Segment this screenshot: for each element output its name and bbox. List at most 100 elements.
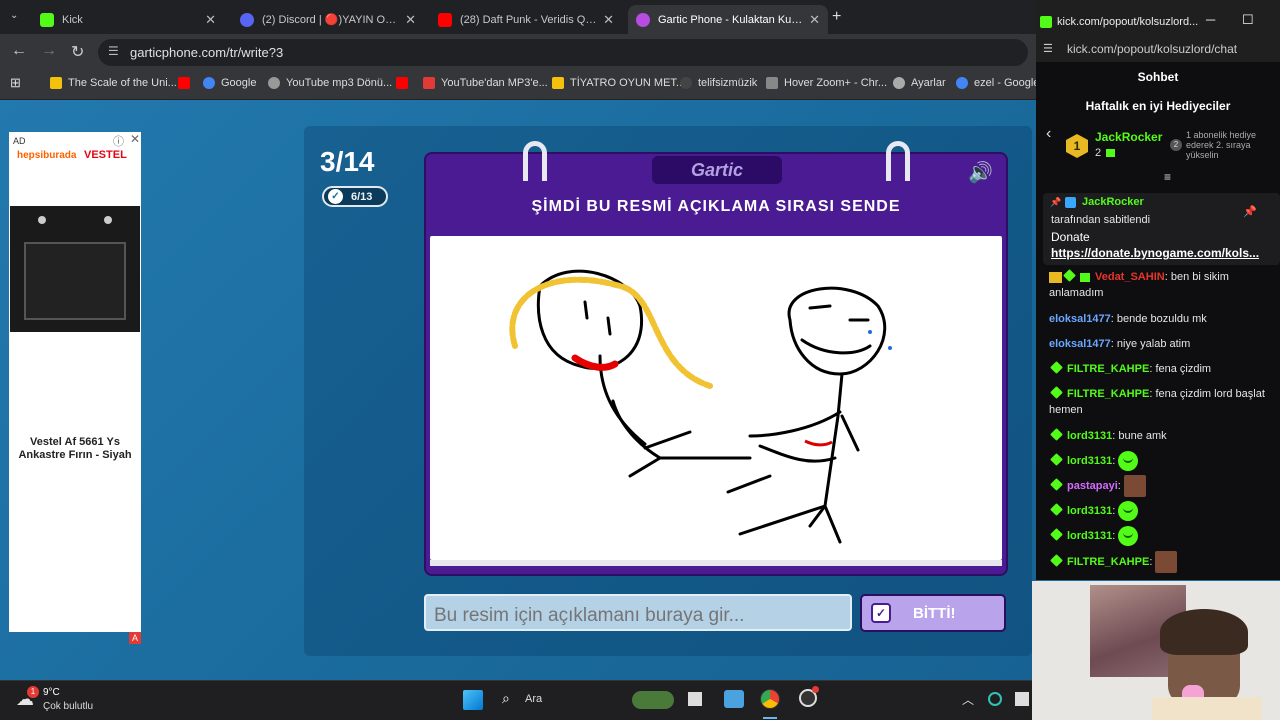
widget-icon[interactable] xyxy=(632,691,674,709)
search-label[interactable]: Ara xyxy=(525,693,542,705)
chat-username[interactable]: FILTRE_KAHPE xyxy=(1067,556,1149,568)
check-icon: ✓ xyxy=(871,603,891,623)
chat-username[interactable]: lord3131 xyxy=(1067,505,1112,517)
close-tab-icon[interactable]: ✕ xyxy=(603,12,614,28)
pinned-by: tarafından sabitlendi xyxy=(1051,214,1151,226)
ad-close-icon[interactable]: ✕ xyxy=(130,132,140,146)
blue-dot xyxy=(888,346,892,350)
bookmark-item[interactable]: The Scale of the Uni... xyxy=(50,77,177,89)
top-gifter-name[interactable]: JackRocker xyxy=(1095,130,1162,144)
settings-app-icon[interactable] xyxy=(724,690,744,708)
bookmark-item[interactable] xyxy=(396,77,414,89)
chat-message: FILTRE_KAHPE: fena çizdim xyxy=(1049,361,1274,377)
description-input[interactable] xyxy=(424,594,852,631)
prompt-text: ŞİMDİ BU RESMİ AÇIKLAMA SIRASI SENDE xyxy=(531,198,901,215)
reload-icon[interactable]: ↻ xyxy=(71,42,84,62)
new-tab-button[interactable]: + xyxy=(832,8,841,26)
tab-discord[interactable]: (2) Discord | 🔴)YAYIN OD... ✕ xyxy=(232,5,424,34)
youtube-favicon xyxy=(438,12,452,27)
bookmark-item[interactable] xyxy=(178,77,196,89)
badge-icon xyxy=(1050,428,1063,441)
bookmark-item[interactable]: telifsizmüzik xyxy=(680,77,757,89)
bookmark-label: YouTube mp3 Dönü... xyxy=(286,77,393,89)
chat-username[interactable]: lord3131 xyxy=(1067,530,1112,542)
site-info-icon[interactable]: ☰ xyxy=(1043,42,1053,55)
apps-icon[interactable]: ⊞ xyxy=(10,75,21,91)
advertisement[interactable]: AD ⓘ ✕ hepsiburada VESTEL Vestel Af 5661… xyxy=(9,132,141,644)
chat-username[interactable]: FILTRE_KAHPE xyxy=(1067,363,1149,375)
red-mark xyxy=(804,439,833,447)
photo-emote-icon xyxy=(1123,475,1146,497)
minimize-icon[interactable]: ─ xyxy=(1206,12,1215,27)
pinned-link[interactable]: https://donate.bynogame.com/kols... xyxy=(1051,246,1259,260)
unpin-icon[interactable]: 📌 xyxy=(1243,205,1257,218)
expand-icon[interactable]: ≡ xyxy=(1164,170,1171,184)
gifters-title: Haftalık en iyi Hediyeciler xyxy=(1085,99,1231,113)
chrome-icon[interactable] xyxy=(760,689,780,709)
bookmark-label: ezel - Google xyxy=(974,77,1040,89)
bookmark-label: Ayarlar xyxy=(911,77,946,89)
tab-search-icon[interactable]: ⌄ xyxy=(10,10,18,21)
bookmark-label: Google xyxy=(221,77,257,89)
site-info-icon[interactable]: ☰ xyxy=(108,44,119,58)
forward-icon[interactable]: → xyxy=(41,42,57,60)
tab-youtube[interactable]: (28) Daft Punk - Veridis Quo (M... ✕ xyxy=(430,5,622,34)
tray-chevron-icon[interactable]: ︿ xyxy=(962,691,974,708)
windows-start-icon[interactable] xyxy=(463,690,483,710)
kick-address-bar[interactable]: ☰ kick.com/popout/kolsuzlord/chat xyxy=(1036,40,1280,62)
maximize-icon[interactable]: ☐ xyxy=(1242,12,1254,28)
chat-username[interactable]: eloksal1477 xyxy=(1049,313,1111,325)
chat-username[interactable]: lord3131 xyxy=(1067,430,1112,442)
streamer-hair xyxy=(1160,609,1248,655)
chat-message: FILTRE_KAHPE: fena çizdim lord başlat he… xyxy=(1049,386,1265,416)
close-tab-icon[interactable]: ✕ xyxy=(205,12,216,28)
right-figure-arm xyxy=(840,414,860,452)
binder-ring-left xyxy=(523,141,547,181)
right-figure-mouth xyxy=(800,338,872,355)
right-figure-arm xyxy=(748,410,842,438)
right-figure-leg xyxy=(823,504,842,544)
bookmark-item[interactable]: TİYATRO OYUN MET... xyxy=(552,77,685,89)
done-label: BİTTİ! xyxy=(913,604,956,622)
ad-info-icon[interactable]: ⓘ xyxy=(113,133,124,149)
chat-text: bende bozuldu mk xyxy=(1116,313,1207,325)
bookmark-icon xyxy=(50,77,62,89)
tab-kick[interactable]: Kick ✕ xyxy=(32,5,224,34)
chat-username[interactable]: lord3131 xyxy=(1067,455,1112,467)
file-explorer-icon[interactable] xyxy=(688,692,702,706)
weather-temp: 9°C xyxy=(43,687,60,698)
blue-dot xyxy=(868,330,872,334)
discord-favicon xyxy=(240,12,254,27)
close-tab-icon[interactable]: ✕ xyxy=(809,12,820,28)
gartic-logo: Gartic xyxy=(652,156,782,184)
right-figure-arm xyxy=(726,474,772,494)
chat-username[interactable]: eloksal1477 xyxy=(1049,338,1111,350)
adchoices-icon[interactable]: A xyxy=(129,632,141,644)
next-rank-badge: 2 xyxy=(1170,139,1182,151)
bookmark-label: YouTube'dan MP3'e... xyxy=(441,77,548,89)
bookmark-item[interactable]: Ayarlar xyxy=(893,77,946,89)
ad-product-text: Vestel Af 5661 Ys Ankastre Fırın - Siyah xyxy=(18,436,132,461)
crown-icon xyxy=(1049,271,1062,283)
tray-app-icon[interactable] xyxy=(988,692,1002,706)
chevron-left-icon[interactable]: ‹ xyxy=(1046,125,1051,143)
address-bar[interactable]: ☰ garticphone.com/tr/write?3 xyxy=(98,39,1028,66)
chat-username[interactable]: pastapayi xyxy=(1067,480,1118,492)
search-icon[interactable]: ⌕ xyxy=(502,690,510,707)
back-icon[interactable]: ← xyxy=(11,42,27,60)
chat-username[interactable]: FILTRE_KAHPE xyxy=(1067,388,1149,400)
bookmark-item[interactable]: YouTube'dan MP3'e... xyxy=(423,77,548,89)
speaker-icon[interactable]: 🔊 xyxy=(968,160,993,185)
bookmark-item[interactable]: ezel - Google xyxy=(956,77,1039,89)
tray-audio-icon[interactable] xyxy=(1015,692,1029,706)
bookmark-item[interactable]: Google xyxy=(203,77,256,89)
bookmark-item[interactable]: Hover Zoom+ - Chr... xyxy=(766,77,887,89)
done-button[interactable]: ✓ BİTTİ! xyxy=(860,594,1006,632)
bookmark-item[interactable]: YouTube mp3 Dönü... xyxy=(268,77,392,89)
close-tab-icon[interactable]: ✕ xyxy=(405,12,416,28)
tab-gartic[interactable]: Gartic Phone - Kulaktan Kulağa ✕ xyxy=(628,5,828,34)
chat-username[interactable]: Vedat_SAHIN xyxy=(1095,271,1165,283)
weather-description: Çok bulutlu xyxy=(43,701,94,712)
kick-favicon xyxy=(40,12,54,27)
url-text: garticphone.com/tr/write?3 xyxy=(130,45,284,60)
